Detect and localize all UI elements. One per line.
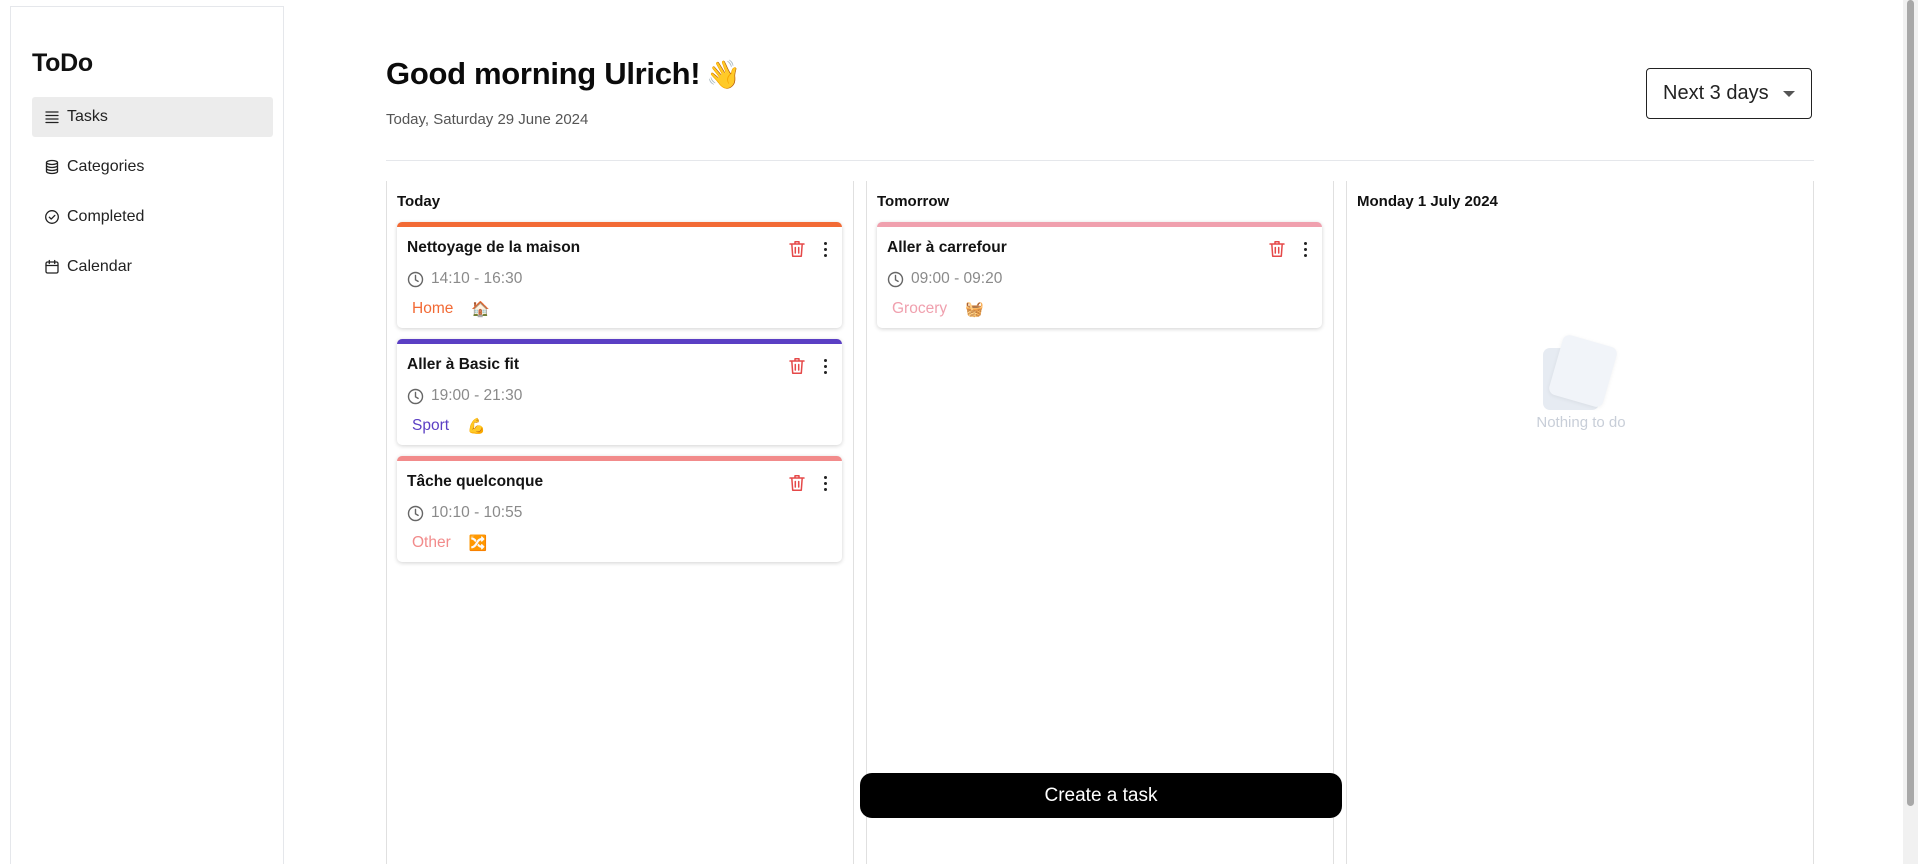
column-today: Today Nettoyage de la maison 14:10 - 16:…: [386, 181, 854, 864]
check-circle-icon: [44, 209, 60, 225]
column-heading: Monday 1 July 2024: [1357, 193, 1498, 210]
trash-icon[interactable]: [788, 239, 806, 259]
page-scrollbar[interactable]: [1903, 0, 1918, 864]
task-card[interactable]: Nettoyage de la maison 14:10 - 16:30 Hom…: [397, 222, 842, 328]
empty-state: Nothing to do: [1517, 333, 1645, 431]
sidebar-item-tasks[interactable]: Tasks: [32, 97, 273, 137]
task-title: Aller à Basic fit: [407, 356, 519, 373]
column-heading: Today: [397, 193, 441, 210]
task-time-text: 10:10 - 10:55: [431, 504, 523, 521]
empty-notes-icon: [1543, 333, 1619, 416]
task-category: Home 🏠: [412, 300, 490, 318]
column-heading: Tomorrow: [877, 193, 950, 210]
calendar-icon: [44, 259, 60, 275]
task-title: Tâche quelconque: [407, 473, 544, 490]
list-icon: [44, 109, 60, 125]
column-tomorrow: Tomorrow Aller à carrefour 09:00 - 09:20…: [866, 181, 1334, 864]
more-options-icon[interactable]: [1300, 239, 1310, 259]
scrollbar-thumb[interactable]: [1907, 0, 1914, 806]
column-monday: Monday 1 July 2024 Nothing to do: [1346, 181, 1814, 864]
empty-state-text: Nothing to do: [1536, 414, 1626, 431]
task-card[interactable]: Aller à carrefour 09:00 - 09:20 Grocery …: [877, 222, 1322, 328]
task-time: 09:00 - 09:20: [887, 270, 1002, 288]
task-card[interactable]: Aller à Basic fit 19:00 - 21:30 Sport 💪: [397, 339, 842, 445]
sidebar-item-label: Categories: [67, 158, 145, 175]
sidebar-item-label: Tasks: [67, 108, 108, 125]
flexed-biceps-emoji-icon: 💪: [467, 418, 486, 435]
sidebar-item-label: Calendar: [67, 258, 132, 275]
task-time: 19:00 - 21:30: [407, 387, 522, 405]
task-time-text: 09:00 - 09:20: [911, 270, 1003, 287]
basket-emoji-icon: 🧺: [965, 301, 984, 318]
shuffle-emoji-icon: 🔀: [468, 535, 488, 552]
header-divider: [386, 160, 1814, 161]
task-title: Nettoyage de la maison: [407, 239, 581, 256]
category-label: Home: [412, 300, 454, 317]
clock-icon: [407, 505, 424, 521]
trash-icon[interactable]: [788, 473, 806, 493]
create-task-button[interactable]: Create a task: [860, 773, 1342, 818]
app-logo: ToDo: [32, 49, 93, 77]
sidebar: ToDo Tasks Categories Completed Calendar: [10, 6, 284, 864]
task-category: Sport 💪: [412, 417, 486, 435]
range-select-value: Next 3 days: [1663, 82, 1769, 104]
current-date: Today, Saturday 29 June 2024: [386, 111, 589, 128]
task-time-text: 19:00 - 21:30: [431, 387, 523, 404]
category-label: Other: [412, 534, 451, 551]
task-time: 10:10 - 10:55: [407, 504, 522, 522]
task-time: 14:10 - 16:30: [407, 270, 522, 288]
house-emoji-icon: 🏠: [471, 301, 491, 318]
database-icon: [44, 159, 60, 175]
sidebar-item-completed[interactable]: Completed: [32, 197, 273, 237]
task-title: Aller à carrefour: [887, 239, 1007, 256]
task-card[interactable]: Tâche quelconque 10:10 - 10:55 Other 🔀: [397, 456, 842, 562]
category-label: Grocery: [892, 300, 948, 317]
clock-icon: [407, 388, 424, 404]
clock-icon: [407, 271, 424, 287]
sidebar-item-calendar[interactable]: Calendar: [32, 247, 273, 287]
range-select[interactable]: Next 3 days: [1646, 68, 1812, 119]
sidebar-item-label: Completed: [67, 208, 145, 225]
waving-hand-emoji: 👋: [706, 59, 741, 90]
trash-icon[interactable]: [788, 356, 806, 376]
trash-icon[interactable]: [1268, 239, 1286, 259]
sidebar-nav: Tasks Categories Completed Calendar: [32, 97, 273, 297]
clock-icon: [887, 271, 904, 287]
greeting-text: Good morning Ulrich!: [386, 56, 701, 91]
more-options-icon[interactable]: [820, 473, 830, 493]
more-options-icon[interactable]: [820, 239, 830, 259]
caret-down-icon: [1783, 91, 1795, 97]
more-options-icon[interactable]: [820, 356, 830, 376]
category-label: Sport: [412, 417, 450, 434]
task-category: Grocery 🧺: [892, 300, 984, 318]
sidebar-item-categories[interactable]: Categories: [32, 147, 273, 187]
task-time-text: 14:10 - 16:30: [431, 270, 523, 287]
task-category: Other 🔀: [412, 534, 487, 552]
page-title: Good morning Ulrich! 👋: [386, 56, 741, 92]
